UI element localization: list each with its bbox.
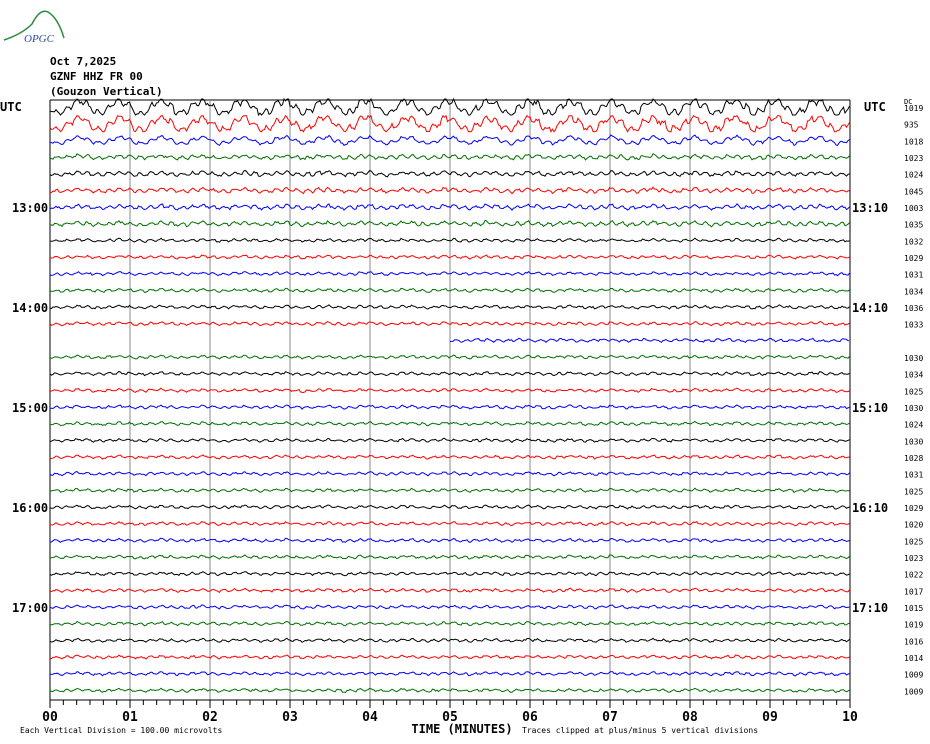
dc-value: 1024 — [904, 171, 923, 180]
dc-value: 1031 — [904, 271, 923, 280]
x-tick-label: 06 — [522, 710, 538, 725]
right-hour-label: 17:10 — [852, 601, 888, 615]
x-tick-label: 02 — [202, 710, 218, 725]
dc-value: 1030 — [904, 437, 923, 446]
x-axis-title: TIME (MINUTES) — [411, 722, 512, 736]
left-hour-label: 14:00 — [12, 301, 48, 315]
dc-value: 1020 — [904, 521, 923, 530]
right-hour-label: 14:10 — [852, 301, 888, 315]
dc-value: 1025 — [904, 487, 923, 496]
x-tick-label: 10 — [842, 710, 858, 725]
x-tick-label: 01 — [122, 710, 138, 725]
dc-value: 1009 — [904, 687, 923, 696]
dc-value: 1034 — [904, 371, 923, 380]
left-hour-label: 15:00 — [12, 401, 48, 415]
dc-value: 1018 — [904, 137, 923, 146]
dc-value: 1035 — [904, 221, 923, 230]
dc-value: 1019 — [904, 621, 923, 630]
x-tick-label: 03 — [282, 710, 298, 725]
trace-row-14 — [449, 337, 850, 344]
seismogram-plot: 00 01 02 03 04 05 06 07 08 09 10TIME (MINUTES)Each… — [0, 97, 923, 736]
dc-value: 1024 — [904, 421, 923, 430]
dc-value: 1019 — [904, 104, 923, 113]
dc-value: 1023 — [904, 154, 923, 163]
dc-value: 1029 — [904, 504, 923, 513]
dc-value: 1028 — [904, 454, 923, 463]
left-hour-label: 13:00 — [12, 201, 48, 215]
dc-value: 1032 — [904, 237, 923, 246]
x-tick-label: 07 — [602, 710, 618, 725]
left-utc-label: UTC — [0, 100, 22, 114]
dc-value: 1017 — [904, 587, 923, 596]
dc-value: 1029 — [904, 254, 923, 263]
dc-value: 1030 — [904, 354, 923, 363]
right-hour-label: 16:10 — [852, 501, 888, 515]
dc-value: 1016 — [904, 637, 923, 646]
right-hour-label: 15:10 — [852, 401, 888, 415]
dc-value: 1045 — [904, 187, 923, 196]
dc-value: 1030 — [904, 404, 923, 413]
right-utc-label: UTC — [864, 100, 886, 114]
dc-value: 1015 — [904, 604, 923, 613]
x-tick-label: 08 — [682, 710, 698, 725]
dc-value: 1022 — [904, 571, 923, 580]
helicorder: OPGC Oct 7,2025 GZNF HHZ FR 00 (Gouzon V… — [0, 0, 930, 744]
dc-value: 1009 — [904, 671, 923, 680]
left-hour-label: 16:00 — [12, 501, 48, 515]
dc-value: 1033 — [904, 321, 923, 330]
dc-value: 1014 — [904, 654, 923, 663]
dc-value: 1025 — [904, 537, 923, 546]
dc-value: 1031 — [904, 471, 923, 480]
clip-note: Traces clipped at plus/minus 5 vertical … — [522, 726, 758, 735]
dc-value: 1023 — [904, 554, 923, 563]
x-tick-label: 09 — [762, 710, 778, 725]
dc-value: 1036 — [904, 304, 923, 313]
dc-value: 1003 — [904, 204, 923, 213]
x-tick-label: 04 — [362, 710, 378, 725]
scale-note: Each Vertical Division = 100.00 microvol… — [20, 726, 222, 735]
right-hour-label: 13:10 — [852, 201, 888, 215]
dc-value: 1034 — [904, 287, 923, 296]
left-hour-label: 17:00 — [12, 601, 48, 615]
x-tick-label: 00 — [42, 710, 58, 725]
dc-value: 935 — [904, 121, 919, 130]
dc-value: 1025 — [904, 387, 923, 396]
